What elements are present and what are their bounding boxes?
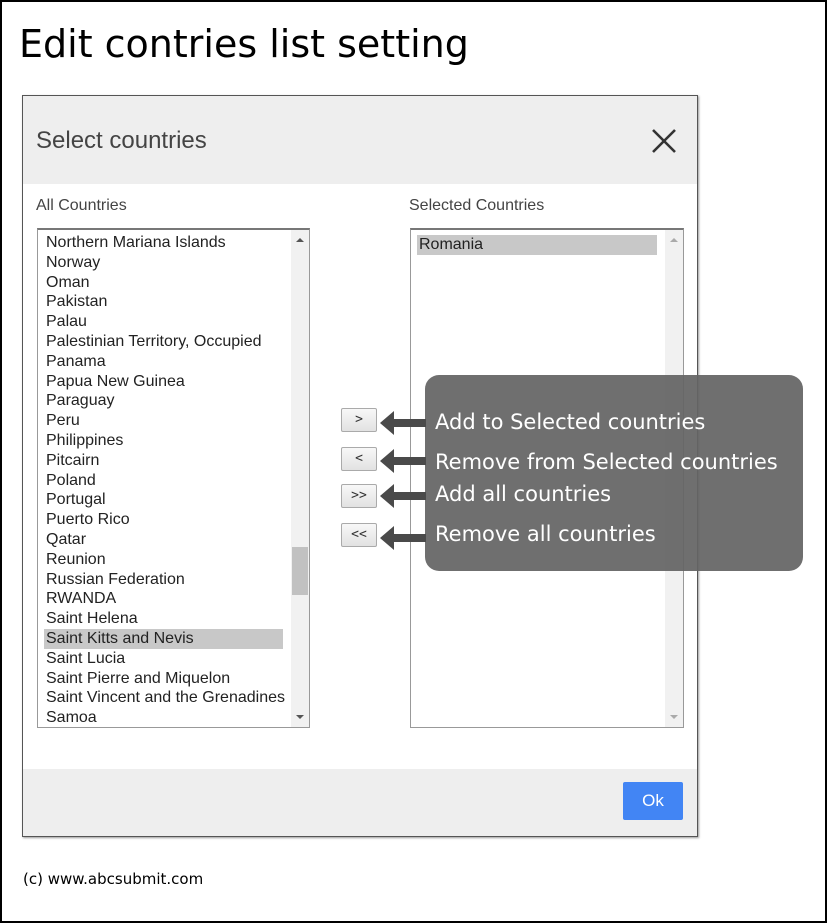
copyright-text: (c) www.abcsubmit.com — [23, 870, 204, 888]
scroll-up-arrow-icon[interactable] — [670, 238, 678, 242]
all-list-item[interactable]: Philippines — [38, 431, 291, 451]
arrow-left-icon — [380, 449, 426, 473]
all-list-item[interactable]: Panama — [38, 352, 291, 372]
scroll-down-arrow-icon[interactable] — [670, 715, 678, 719]
all-list-item[interactable]: Paraguay — [38, 391, 291, 411]
all-list-item[interactable]: Samoa — [38, 708, 291, 727]
remove-all-button[interactable]: << — [341, 523, 377, 547]
arrow-left-icon — [380, 526, 426, 550]
page-title: Edit contries list setting — [19, 22, 469, 66]
all-list-item[interactable]: Palestinian Territory, Occupied — [38, 332, 291, 352]
scroll-up-arrow-icon[interactable] — [296, 238, 304, 242]
arrow-left-icon — [380, 484, 426, 508]
scrollbar-thumb[interactable] — [292, 546, 308, 595]
selected-countries-list: Romania — [411, 235, 665, 255]
all-list-item[interactable]: Pakistan — [38, 292, 291, 312]
dialog-header: Select countries — [23, 96, 697, 184]
all-list-item[interactable]: Oman — [38, 273, 291, 293]
all-list-item[interactable]: Reunion — [38, 550, 291, 570]
add-button[interactable]: > — [341, 408, 377, 432]
all-list-item[interactable]: Northern Mariana Islands — [38, 233, 291, 253]
scroll-down-arrow-icon[interactable] — [296, 715, 304, 719]
selected-countries-label: Selected Countries — [409, 197, 545, 214]
ok-button[interactable]: Ok — [623, 782, 683, 820]
all-list-item[interactable]: Saint Lucia — [38, 649, 291, 669]
selected-list-item[interactable]: Romania — [417, 235, 657, 255]
all-list-item[interactable]: Peru — [38, 411, 291, 431]
all-list-item[interactable]: Russian Federation — [38, 570, 291, 590]
all-list-item[interactable]: Saint Pierre and Miquelon — [38, 669, 291, 689]
all-countries-label: All Countries — [36, 197, 127, 214]
annotation-remove: Remove from Selected countries — [435, 450, 778, 474]
close-button[interactable] — [649, 126, 679, 156]
all-list-item[interactable]: Qatar — [38, 530, 291, 550]
dialog-footer: Ok — [23, 769, 697, 836]
all-list-item[interactable]: Saint Kitts and Nevis — [44, 628, 283, 649]
add-all-button[interactable]: >> — [341, 484, 377, 508]
all-countries-list: Northern Mariana Islands Norway Oman Pakist… — [38, 233, 291, 727]
dialog-title: Select countries — [36, 127, 207, 154]
arrow-left-icon — [380, 411, 426, 435]
all-list-item[interactable]: Pitcairn — [38, 451, 291, 471]
all-list-item[interactable]: RWANDA — [38, 589, 291, 609]
all-list-item[interactable]: Norway — [38, 253, 291, 273]
all-list-item[interactable]: Puerto Rico — [38, 510, 291, 530]
all-list-item[interactable]: Saint Helena — [38, 609, 291, 629]
all-list-item[interactable]: Papua New Guinea — [38, 372, 291, 392]
all-list-item[interactable]: Portugal — [38, 490, 291, 510]
remove-button[interactable]: < — [341, 447, 377, 471]
annotation-add-all: Add all countries — [435, 482, 612, 506]
all-countries-listbox[interactable]: Northern Mariana Islands Norway Oman Pakist… — [37, 228, 310, 728]
annotation-add: Add to Selected countries — [435, 410, 706, 434]
all-list-item[interactable]: Palau — [38, 312, 291, 332]
annotation-remove-all: Remove all countries — [435, 522, 656, 546]
all-countries-scrollbar[interactable] — [291, 230, 309, 727]
close-x-icon — [652, 129, 676, 153]
all-list-item[interactable]: Poland — [38, 471, 291, 491]
all-list-item[interactable]: Saint Vincent and the Grenadines — [38, 688, 291, 708]
